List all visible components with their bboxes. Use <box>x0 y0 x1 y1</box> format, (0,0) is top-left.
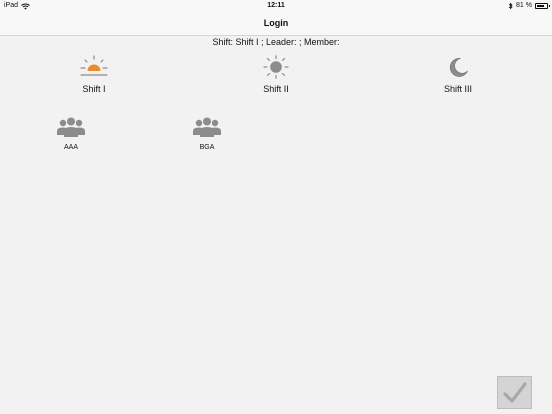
status-time: 12:11 <box>267 2 285 9</box>
group-icon <box>57 117 85 137</box>
shift-button-3[interactable]: Shift III <box>418 55 498 94</box>
group-label: AAA <box>63 144 78 151</box>
page-title: Login <box>263 18 289 28</box>
group-button-aaa[interactable]: AAA <box>41 116 101 151</box>
shift-info-text: Shift: Shift I ; Leader: ; Member: <box>212 37 340 47</box>
confirm-button[interactable] <box>497 376 532 409</box>
shift-button-2[interactable]: Shift II <box>236 55 316 94</box>
shift-label-2: Shift II <box>263 84 289 94</box>
bluetooth-icon <box>508 2 513 10</box>
shift-label-3: Shift III <box>443 84 472 94</box>
battery-percent: 81 % <box>516 2 532 9</box>
status-bar: iPad 12:11 81 % <box>0 0 552 12</box>
group-label: BGA <box>199 144 215 151</box>
group-icon <box>193 117 221 137</box>
group-button-bga[interactable]: BGA <box>177 116 237 151</box>
sun-icon <box>263 55 289 79</box>
moon-icon <box>449 58 468 77</box>
checkmark-icon <box>502 381 527 403</box>
battery-icon <box>535 3 550 9</box>
sunrise-icon <box>80 55 108 76</box>
nav-bar: Login <box>0 12 552 36</box>
shift-label-1: Shift I <box>82 84 106 94</box>
shift-button-1[interactable]: Shift I <box>54 55 134 94</box>
